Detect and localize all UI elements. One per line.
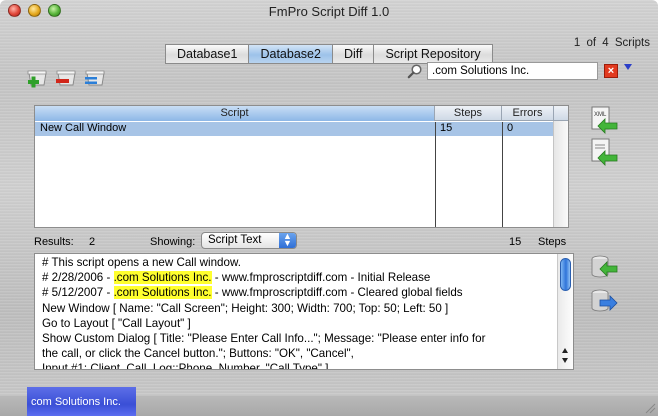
- export-file-button[interactable]: [590, 138, 618, 168]
- remove-icon: [56, 70, 76, 86]
- showing-select-value: Script Text: [208, 234, 262, 246]
- import-database-button[interactable]: [590, 252, 618, 282]
- tab-database2[interactable]: Database2: [248, 44, 332, 64]
- search-input[interactable]: [427, 62, 598, 80]
- table-scrollbar[interactable]: [553, 121, 568, 227]
- tab-database1[interactable]: Database1: [165, 44, 249, 64]
- table-row[interactable]: New Call Window 15 0: [35, 122, 554, 136]
- script-line: Show Custom Dialog [ Title: "Please Ente…: [42, 331, 557, 346]
- remove-script-button[interactable]: [55, 69, 78, 89]
- pager-current: 1: [573, 37, 581, 49]
- pager-of-label: of: [586, 37, 597, 49]
- script-text-segment: # 5/12/2007 -: [42, 286, 114, 300]
- results-count: 2: [89, 236, 96, 248]
- script-line: Go to Layout [ "Call Layout" ]: [42, 316, 557, 331]
- script-text-segment: # 2/28/2006 -: [42, 271, 114, 285]
- script-text-segment: Show Custom Dialog [ Title: "Please Ente…: [42, 332, 486, 346]
- clear-search-button[interactable]: ×: [604, 64, 618, 78]
- database-import-icon: [591, 255, 618, 278]
- highlighted-match: .com Solutions Inc.: [113, 271, 212, 285]
- window-title: FmPro Script Diff 1.0: [268, 4, 390, 19]
- tab-diff[interactable]: Diff: [331, 44, 374, 64]
- cell-steps: 15: [440, 122, 453, 134]
- script-line: # 2/28/2006 - .com Solutions Inc. - www.…: [42, 270, 557, 285]
- scroll-down-arrow-icon[interactable]: [562, 358, 568, 363]
- cell-script-name: New Call Window: [40, 122, 127, 134]
- script-text-segment: - www.fmproscriptdiff.com - Initial Rele…: [211, 271, 431, 285]
- script-line: Input #1: Client_Call_Log::Phone_Number,…: [42, 361, 557, 370]
- results-bar: Results: 2 Showing: Script Text ▲ ▼ 15 St…: [34, 232, 574, 250]
- resize-grip-icon[interactable]: [645, 403, 656, 414]
- svg-text:XML: XML: [594, 112, 607, 118]
- script-text-segment: Input #1: Client_Call_Log::Phone_Number,…: [42, 362, 329, 370]
- search-options-arrow-icon[interactable]: [624, 64, 632, 70]
- pager-total: 4: [602, 37, 609, 49]
- script-text-scrollbar[interactable]: [557, 254, 573, 369]
- results-label: Results:: [34, 236, 74, 248]
- script-table-header: Script Steps Errors: [35, 106, 568, 121]
- column-divider: [502, 122, 503, 227]
- column-divider: [435, 122, 436, 227]
- script-lines: # This script opens a new Call window. # …: [42, 255, 557, 370]
- tab-script-repository[interactable]: Script Repository: [373, 44, 493, 64]
- magnifier-icon: [407, 64, 422, 79]
- add-script-button[interactable]: [26, 69, 49, 89]
- steps-label: Steps: [538, 236, 567, 248]
- script-line: # This script opens a new Call window.: [42, 255, 557, 270]
- script-text-segment: New Window [ Name: "Call Screen"; Height…: [42, 301, 449, 315]
- column-header-script[interactable]: Script: [35, 106, 435, 121]
- showing-label: Showing:: [150, 236, 196, 248]
- app-window: FmPro Script Diff 1.0 Database1 Database…: [0, 0, 658, 416]
- file-export-icon: [591, 138, 618, 166]
- script-text-area[interactable]: # This script opens a new Call window. # …: [34, 253, 574, 370]
- script-text-segment: Go to Layout [ "Call Layout" ]: [42, 316, 191, 330]
- export-database-button[interactable]: [590, 286, 618, 316]
- script-table: Script Steps Errors New Call Window 15 0: [34, 105, 569, 228]
- chevron-updown-icon: ▲ ▼: [279, 232, 296, 248]
- add-icon: [27, 70, 47, 88]
- script-line: the call, or click the Cancel button."; …: [42, 346, 557, 361]
- cell-errors: 0: [507, 122, 514, 134]
- steps-count: 15: [509, 236, 522, 248]
- highlighted-match: .com Solutions Inc.: [113, 286, 212, 300]
- database-export-icon: [591, 289, 618, 312]
- script-text-segment: # This script opens a new Call window.: [42, 256, 241, 269]
- scroll-up-arrow-icon[interactable]: [562, 348, 568, 353]
- script-text-segment: the call, or click the Cancel button."; …: [42, 347, 354, 361]
- record-pager: 1 of 4 Scripts: [574, 37, 650, 49]
- export-xml-button[interactable]: XML: [590, 106, 618, 136]
- tab-bar: Database1 Database2 Diff Script Reposito…: [165, 44, 493, 64]
- list-scripts-button[interactable]: [84, 69, 107, 89]
- column-header-errors[interactable]: Errors: [502, 106, 554, 121]
- column-header-steps[interactable]: Steps: [435, 106, 502, 121]
- title-bar: FmPro Script Diff 1.0: [0, 0, 658, 22]
- xml-export-icon: XML: [591, 106, 618, 134]
- pager-unit: Scripts: [614, 37, 650, 49]
- script-text-segment: - www.fmproscriptdiff.com - Cleared glob…: [211, 286, 463, 300]
- scroll-thumb[interactable]: [560, 258, 571, 291]
- script-line: New Window [ Name: "Call Screen"; Height…: [42, 301, 557, 316]
- script-line: # 5/12/2007 - .com Solutions Inc. - www.…: [42, 285, 557, 300]
- list-icon: [85, 70, 105, 86]
- showing-select[interactable]: Script Text ▲ ▼: [201, 232, 297, 249]
- status-text: com Solutions Inc.: [27, 387, 136, 416]
